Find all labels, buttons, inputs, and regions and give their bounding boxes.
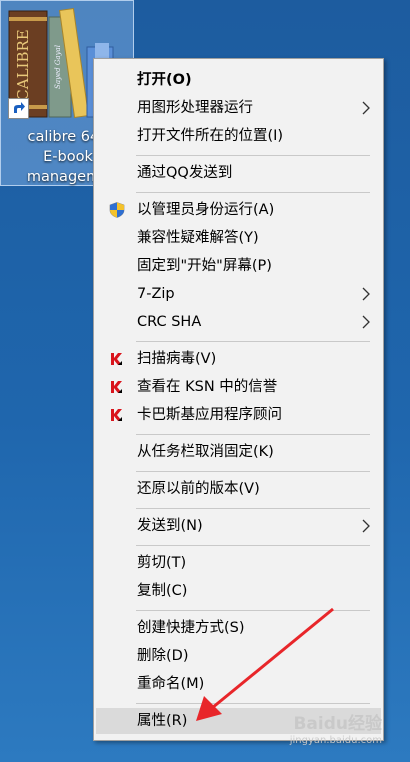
menu-separator	[136, 508, 370, 509]
menu-item-label: 重命名(M)	[137, 676, 205, 692]
menu-item-label: 发送到(N)	[137, 518, 203, 534]
book-spine-text: CALIBRE	[14, 29, 32, 100]
menu-item-label: 7-Zip	[137, 286, 175, 302]
kaspersky-icon	[111, 381, 122, 393]
menu-separator	[136, 341, 370, 342]
menu-separator	[136, 545, 370, 546]
menu-item-open-file-location[interactable]: 打开文件所在的位置(I)	[96, 123, 381, 149]
menu-item-delete[interactable]: 删除(D)	[96, 643, 381, 669]
menu-item-send-via-qq[interactable]: 通过QQ发送到	[96, 160, 381, 186]
shortcut-arrow-icon	[8, 98, 29, 119]
menu-separator	[136, 192, 370, 193]
kaspersky-icon	[111, 353, 122, 365]
menu-item-label: 以管理员身份运行(A)	[137, 202, 275, 218]
chevron-right-icon	[362, 101, 370, 115]
menu-item-label: 兼容性疑难解答(Y)	[137, 230, 259, 246]
watermark-logo: Baidu经验	[293, 714, 382, 734]
menu-item-send-to[interactable]: 发送到(N)	[96, 513, 381, 539]
kaspersky-icon	[111, 409, 122, 421]
menu-item-label: 剪切(T)	[137, 555, 187, 571]
book-spine-subtext: Sayed Gayal	[54, 45, 62, 89]
menu-item-restore-versions[interactable]: 还原以前的版本(V)	[96, 476, 381, 502]
menu-item-label: 查看在 KSN 中的信誉	[137, 379, 278, 395]
menu-item-label: 扫描病毒(V)	[137, 351, 217, 367]
menu-item-label: 删除(D)	[137, 648, 189, 664]
menu-item-label: 打开文件所在的位置(I)	[137, 128, 284, 144]
menu-item-copy[interactable]: 复制(C)	[96, 578, 381, 604]
chevron-right-icon	[362, 315, 370, 329]
menu-separator	[136, 610, 370, 611]
baidu-watermark: Baidu经验 jingyan.baidu.com	[262, 714, 382, 748]
menu-item-label: 卡巴斯基应用程序顾问	[137, 407, 282, 423]
menu-item-cut[interactable]: 剪切(T)	[96, 550, 381, 576]
menu-separator	[136, 703, 370, 704]
menu-item-open[interactable]: 打开(O)	[96, 67, 381, 93]
menu-item-scan-virus[interactable]: 扫描病毒(V)	[96, 346, 381, 372]
menu-separator	[136, 471, 370, 472]
menu-item-ksn-reputation[interactable]: 查看在 KSN 中的信誉	[96, 374, 381, 400]
uac-shield-icon	[109, 202, 125, 218]
menu-separator	[136, 434, 370, 435]
menu-item-unpin-taskbar[interactable]: 从任务栏取消固定(K)	[96, 439, 381, 465]
menu-item-label: 属性(R)	[137, 713, 188, 729]
menu-item-label: 复制(C)	[137, 583, 188, 599]
menu-item-create-shortcut[interactable]: 创建快捷方式(S)	[96, 615, 381, 641]
menu-item-label: 用图形处理器运行	[137, 100, 253, 116]
menu-item-troubleshoot-compat[interactable]: 兼容性疑难解答(Y)	[96, 225, 381, 251]
menu-item-label: 固定到"开始"屏幕(P)	[137, 258, 272, 274]
chevron-right-icon	[362, 519, 370, 533]
menu-item-label: 还原以前的版本(V)	[137, 481, 260, 497]
menu-item-7zip[interactable]: 7-Zip	[96, 281, 381, 307]
menu-item-pin-to-start[interactable]: 固定到"开始"屏幕(P)	[96, 253, 381, 279]
menu-separator	[136, 155, 370, 156]
context-menu: 打开(O) 用图形处理器运行 打开文件所在的位置(I) 通过QQ发送到 以管理员…	[93, 58, 384, 741]
menu-item-crc-sha[interactable]: CRC SHA	[96, 309, 381, 335]
menu-item-label: 通过QQ发送到	[137, 165, 233, 181]
menu-item-kaspersky-advisor[interactable]: 卡巴斯基应用程序顾问	[96, 402, 381, 428]
menu-item-run-as-admin[interactable]: 以管理员身份运行(A)	[96, 197, 381, 223]
watermark-url: jingyan.baidu.com	[289, 735, 382, 746]
menu-item-run-with-gpu[interactable]: 用图形处理器运行	[96, 95, 381, 121]
chevron-right-icon	[362, 287, 370, 301]
menu-item-label: 从任务栏取消固定(K)	[137, 444, 274, 460]
menu-item-label: 创建快捷方式(S)	[137, 620, 245, 636]
menu-item-label: 打开(O)	[137, 72, 192, 88]
menu-item-rename[interactable]: 重命名(M)	[96, 671, 381, 697]
menu-item-label: CRC SHA	[137, 314, 202, 330]
